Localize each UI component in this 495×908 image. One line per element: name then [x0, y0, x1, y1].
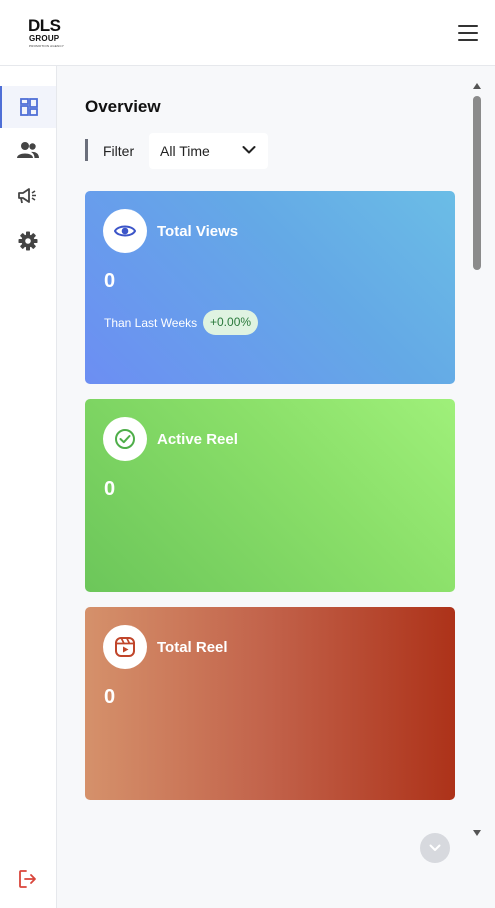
change-badge: +0.00% [203, 310, 259, 335]
users-icon [17, 142, 39, 158]
page-title: Overview [85, 97, 161, 116]
total-reel-icon-circle [103, 625, 147, 669]
eye-icon [114, 225, 136, 237]
card-title: Total Views [157, 223, 239, 240]
top-header: DLS GROUP PROMOTION AGENCY [0, 0, 495, 66]
megaphone-icon [18, 188, 36, 204]
total-reel-card: Total Reel 0 [85, 607, 455, 800]
card-title: Active Reel [157, 431, 238, 448]
logout-button[interactable] [0, 858, 56, 900]
sidebar-item-users[interactable] [0, 129, 56, 171]
brand-logo[interactable]: DLS GROUP PROMOTION AGENCY [26, 14, 66, 52]
card-value: 0 [104, 686, 116, 708]
card-title: Total Reel [157, 639, 228, 656]
scrollbar[interactable] [471, 80, 483, 840]
logout-icon [19, 870, 36, 888]
logo-main-text: DLS [28, 16, 61, 35]
total-views-icon-circle [103, 209, 147, 253]
sidebar-item-dashboard[interactable] [0, 86, 56, 128]
sidebar-item-settings[interactable] [0, 220, 56, 262]
sidebar [0, 66, 57, 908]
logo-tagline: PROMOTION AGENCY [29, 44, 65, 48]
card-value: 0 [104, 478, 116, 500]
main-content: Overview Filter All Time Total Views 0 T… [57, 66, 495, 908]
sidebar-item-campaigns[interactable] [0, 174, 56, 216]
scrollbar-thumb[interactable] [473, 96, 481, 270]
dashboard-icon [20, 98, 38, 116]
gear-icon [18, 231, 38, 251]
chevron-down-icon [242, 146, 256, 154]
filter-selected-value: All Time [160, 143, 210, 159]
scroll-up-arrow-icon[interactable] [473, 83, 481, 89]
active-reel-card: Active Reel 0 [85, 399, 455, 592]
card-value: 0 [104, 270, 116, 292]
chevron-down-icon [429, 844, 441, 851]
hamburger-menu-icon[interactable] [458, 24, 478, 42]
check-circle-icon [115, 429, 135, 449]
card-subtitle: Than Last Weeks [104, 316, 198, 330]
active-reel-icon-circle [103, 417, 147, 461]
filter-dropdown[interactable]: All Time [149, 133, 268, 169]
filter-label: Filter [103, 143, 135, 159]
scroll-down-button[interactable] [420, 833, 450, 863]
reel-play-icon [115, 637, 135, 657]
scroll-down-arrow-icon[interactable] [473, 830, 481, 836]
total-views-card: Total Views 0 Than Last Weeks +0.00% [85, 191, 455, 384]
logo-sub-text: GROUP [29, 34, 60, 43]
filter-accent-bar [85, 139, 88, 161]
